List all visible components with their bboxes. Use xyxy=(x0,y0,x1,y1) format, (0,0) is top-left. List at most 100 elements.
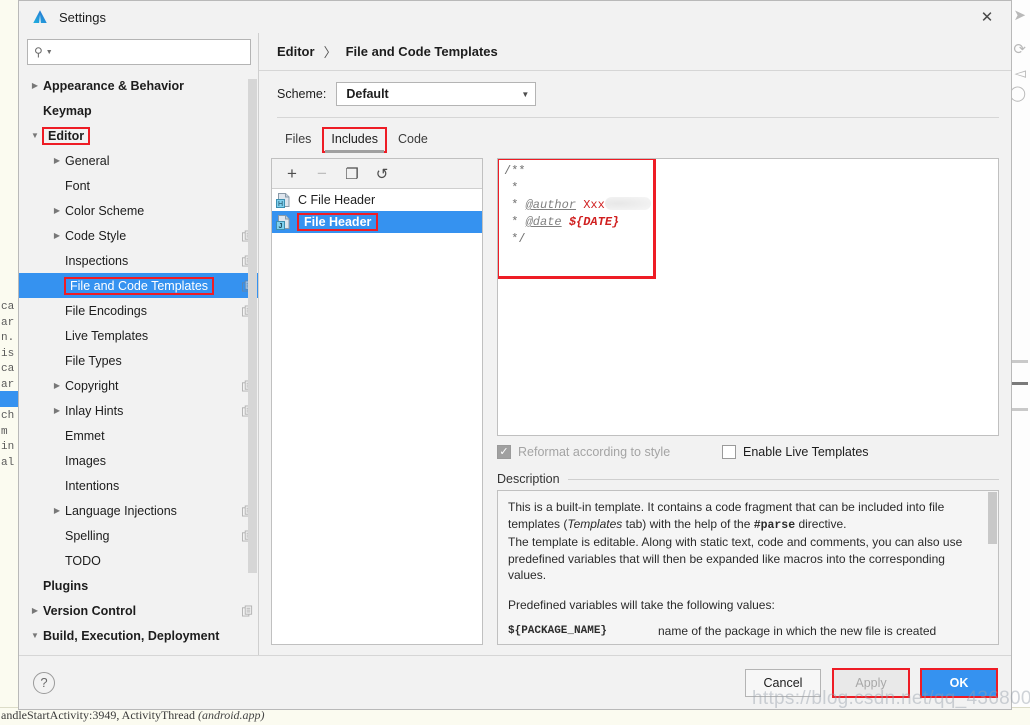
sidebar-item-file-and-code-templates[interactable]: File and Code Templates xyxy=(19,273,259,298)
chevron-right-icon[interactable]: ▶ xyxy=(49,406,65,415)
sidebar-item-file-encodings[interactable]: File Encodings xyxy=(19,298,259,323)
chevron-down-icon[interactable]: ▼ xyxy=(27,131,43,140)
search-box[interactable]: ⚲ ▼ xyxy=(27,39,251,65)
sidebar-item-label: Build, Execution, Deployment xyxy=(43,628,220,643)
sidebar-item-label: Language Injections xyxy=(65,503,177,518)
sidebar-item-label: Editor xyxy=(41,126,91,145)
variable-row: ${PACKAGE_NAME} name of the package in w… xyxy=(508,623,986,640)
template-list-item[interactable]: J File Header xyxy=(272,211,482,233)
file-template-icon: J xyxy=(276,215,290,230)
code-variable-date: ${DATE} xyxy=(568,215,620,229)
settings-dialog: Settings ✕ ⚲ ▼ ▶ Appearance & Behavior Key… xyxy=(18,0,1012,710)
code-author-value: Xxx xyxy=(583,198,605,212)
sidebar-item-keymap[interactable]: Keymap xyxy=(19,98,259,123)
sidebar-item-label: TODO xyxy=(65,553,101,568)
sidebar-item-spelling[interactable]: Spelling xyxy=(19,523,259,548)
plus-icon[interactable]: + xyxy=(282,164,302,184)
chevron-right-icon[interactable]: ▶ xyxy=(49,156,65,165)
sidebar-item-copyright[interactable]: ▶ Copyright xyxy=(19,373,259,398)
settings-content: Editor 〉 File and Code Templates Scheme:… xyxy=(259,33,1011,655)
checkbox-unchecked-icon xyxy=(722,445,736,459)
code-line: * xyxy=(504,180,998,197)
chevron-right-icon[interactable]: ▶ xyxy=(49,206,65,215)
description-rule xyxy=(567,478,999,480)
sidebar-item-live-templates[interactable]: Live Templates xyxy=(19,323,259,348)
reformat-checkbox-label: Reformat according to style xyxy=(518,445,671,459)
chevron-right-icon[interactable]: ▶ xyxy=(49,231,65,240)
sidebar-item-build-execution-deployment[interactable]: ▼ Build, Execution, Deployment xyxy=(19,623,259,648)
dialog-titlebar: Settings ✕ xyxy=(19,1,1011,33)
scheme-dropdown[interactable]: Default ▼ xyxy=(336,82,537,106)
description-text: tab) with the help of the xyxy=(622,516,754,531)
sidebar-item-label: Inspections xyxy=(65,253,129,268)
sidebar-item-label: Spelling xyxy=(65,528,110,543)
background-glyph-icon: ◅ xyxy=(1014,65,1026,82)
editor-column: /** * * @author Xxx * @date ${DATE} */ ✓… xyxy=(483,158,999,655)
chevron-right-icon[interactable]: ▶ xyxy=(49,506,65,515)
templates-list[interactable]: H C File Header J File Header xyxy=(272,189,482,644)
sidebar-item-label: Code Style xyxy=(65,228,127,243)
svg-text:J: J xyxy=(279,223,283,230)
sidebar-item-language-injections[interactable]: ▶ Language Injections xyxy=(19,498,259,523)
code-line: * @author Xxx xyxy=(504,197,998,214)
sidebar-item-version-control[interactable]: ▶ Version Control xyxy=(19,598,259,623)
search-input[interactable] xyxy=(52,44,244,60)
sidebar-item-inspections[interactable]: Inspections xyxy=(19,248,259,273)
variable-name: ${PACKAGE_NAME} xyxy=(508,625,608,637)
sidebar-item-inlay-hints[interactable]: ▶ Inlay Hints xyxy=(19,398,259,423)
close-icon[interactable]: ✕ xyxy=(967,2,1007,32)
sidebar-item-images[interactable]: Images xyxy=(19,448,259,473)
chevron-down-icon[interactable]: ▼ xyxy=(27,631,43,640)
sidebar-item-appearance-behavior[interactable]: ▶ Appearance & Behavior xyxy=(19,73,259,98)
sidebar-scrollbar[interactable] xyxy=(248,79,257,573)
breadcrumb-parent[interactable]: Editor xyxy=(277,44,315,59)
templates-panel: + − ❐ ↺ H C File Header J File Header xyxy=(271,158,483,645)
sidebar-item-font[interactable]: Font xyxy=(19,173,259,198)
scheme-selected-value: Default xyxy=(346,87,389,101)
background-glyph-icon: ➤ xyxy=(1013,7,1026,24)
template-code-editor[interactable]: /** * * @author Xxx * @date ${DATE} */ xyxy=(497,158,999,436)
sidebar-item-intentions[interactable]: Intentions xyxy=(19,473,259,498)
sidebar-tree[interactable]: ▶ Appearance & Behavior Keymap ▼ Editor ▶ Gene… xyxy=(19,73,259,655)
blur-redaction xyxy=(604,197,651,210)
sidebar-item-label: Inlay Hints xyxy=(65,403,124,418)
sidebar-item-label: Appearance & Behavior xyxy=(43,78,185,93)
chevron-right-icon[interactable]: ▶ xyxy=(27,81,43,90)
description-title: Description xyxy=(497,472,560,486)
tab-files[interactable]: Files xyxy=(277,128,319,152)
chevron-right-icon[interactable]: ▶ xyxy=(49,381,65,390)
sidebar-item-file-types[interactable]: File Types xyxy=(19,348,259,373)
templates-toolbar: + − ❐ ↺ xyxy=(272,159,482,189)
description-text: directive. xyxy=(795,516,847,531)
tab-includes[interactable]: Includes xyxy=(322,127,387,153)
sidebar-item-color-scheme[interactable]: ▶ Color Scheme xyxy=(19,198,259,223)
chevron-right-icon[interactable]: ▶ xyxy=(27,606,43,615)
description-emphasis: Templates xyxy=(567,516,623,531)
sidebar-item-todo[interactable]: TODO xyxy=(19,548,259,573)
description-scrollbar[interactable] xyxy=(988,492,997,544)
sidebar-item-gradle[interactable]: Gradle xyxy=(19,648,259,656)
sidebar-item-editor[interactable]: ▼ Editor xyxy=(19,123,259,148)
code-text: * xyxy=(504,215,526,229)
ok-button[interactable]: OK xyxy=(920,667,998,698)
sidebar-item-emmet[interactable]: Emmet xyxy=(19,423,259,448)
reset-icon[interactable]: ↺ xyxy=(372,164,392,184)
sidebar-item-general[interactable]: ▶ General xyxy=(19,148,259,173)
template-list-item[interactable]: H C File Header xyxy=(272,189,482,211)
help-button[interactable]: ? xyxy=(33,671,55,694)
sidebar-item-plugins[interactable]: Plugins xyxy=(19,573,259,598)
sidebar-tree-rows: ▶ Appearance & Behavior Keymap ▼ Editor ▶ Gene… xyxy=(19,73,259,655)
description-paragraph: This is a built-in template. It contains… xyxy=(508,499,986,534)
reformat-checkbox[interactable]: ✓ Reformat according to style xyxy=(497,445,722,459)
copy-icon[interactable]: ❐ xyxy=(342,164,362,184)
template-tabs: Files Includes Code xyxy=(259,118,1011,153)
cancel-button[interactable]: Cancel xyxy=(745,668,821,697)
sidebar-item-code-style[interactable]: ▶ Code Style xyxy=(19,223,259,248)
dialog-title: Settings xyxy=(59,9,106,25)
tab-code[interactable]: Code xyxy=(390,128,436,152)
live-templates-checkbox[interactable]: Enable Live Templates xyxy=(722,445,869,459)
code-text: /** xyxy=(504,164,526,178)
sidebar-item-label: Gradle xyxy=(65,654,103,656)
sidebar-item-label: Live Templates xyxy=(65,328,149,343)
code-line: */ xyxy=(504,231,998,248)
